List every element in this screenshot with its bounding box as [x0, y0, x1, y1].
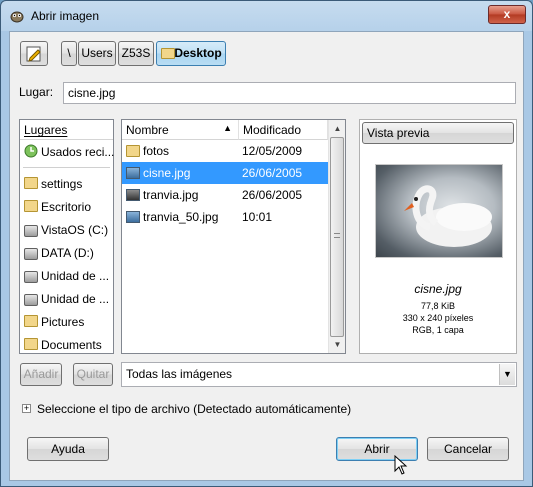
- place-label: DATA (D:): [41, 246, 94, 260]
- place-label: Escritorio: [41, 200, 92, 214]
- window-title: Abrir imagen: [31, 9, 100, 23]
- file-filter-select[interactable]: Todas las imágenes ▼: [121, 362, 517, 387]
- place-drive-c[interactable]: VistaOS (C:): [20, 218, 113, 241]
- path-segment-root[interactable]: \: [61, 41, 77, 66]
- gimp-icon: [10, 11, 24, 23]
- column-name-label: Nombre: [126, 123, 169, 137]
- path-segment-users[interactable]: Users: [78, 41, 116, 66]
- drive-icon: [24, 225, 38, 237]
- place-settings[interactable]: settings: [20, 172, 113, 195]
- preview-color-info: RGB, 1 capa: [412, 325, 464, 335]
- file-row-tranvia-50[interactable]: tranvia_50.jpg 10:01: [122, 206, 328, 228]
- remove-place-button[interactable]: Quitar: [73, 363, 113, 386]
- file-list: Nombre ▲ Modificado fotos 12/05/2009 cis…: [121, 119, 346, 354]
- removable-drive-icon: [24, 294, 38, 306]
- places-panel: Lugares Usados reci... settings Escritor…: [19, 119, 114, 354]
- path-segment-desktop-label: Desktop: [174, 46, 222, 60]
- image-icon: [126, 211, 140, 223]
- pencil-edit-icon: [26, 46, 41, 62]
- folder-icon: [24, 200, 38, 212]
- drive-icon: [24, 248, 38, 260]
- places-header[interactable]: Lugares: [20, 120, 113, 140]
- folder-icon: [161, 48, 175, 59]
- column-name-header[interactable]: Nombre ▲: [122, 120, 239, 140]
- file-date: 12/05/2009: [242, 144, 303, 158]
- folder-icon: [126, 145, 140, 157]
- filetype-label: Seleccione el tipo de archivo (Detectado…: [37, 402, 352, 416]
- place-drive-d[interactable]: DATA (D:): [20, 241, 113, 264]
- place-unidad-2[interactable]: Unidad de ...: [20, 287, 113, 310]
- scroll-up-arrow-icon[interactable]: ▲: [329, 120, 346, 137]
- clock-icon: [24, 144, 38, 158]
- scroll-down-arrow-icon[interactable]: ▼: [329, 336, 346, 353]
- folder-icon: [24, 338, 38, 350]
- file-name: tranvia.jpg: [143, 188, 199, 202]
- removable-drive-icon: [24, 271, 38, 283]
- swan-image: [404, 185, 492, 247]
- help-button[interactable]: Ayuda: [27, 437, 109, 461]
- place-label: VistaOS (C:): [41, 223, 109, 237]
- cancel-button[interactable]: Cancelar: [427, 437, 509, 461]
- file-name: cisne.jpg: [143, 166, 191, 180]
- place-label: Documents: [41, 338, 102, 352]
- image-icon: [126, 167, 140, 179]
- file-date: 26/06/2005: [242, 166, 303, 180]
- file-row-cisne[interactable]: cisne.jpg 26/06/2005: [122, 162, 328, 184]
- file-filter-value: Todas las imágenes: [126, 367, 233, 381]
- preview-filename: cisne.jpg: [414, 282, 462, 296]
- dialog-body: \ Users Z53S Desktop Lugar: cisne.jpg Lu…: [9, 31, 524, 481]
- path-segment-z53s[interactable]: Z53S: [118, 41, 154, 66]
- preview-toggle-button[interactable]: Vista previa: [362, 122, 514, 144]
- place-escritorio[interactable]: Escritorio: [20, 195, 113, 218]
- place-label: Pictures: [41, 315, 85, 329]
- file-list-scrollbar[interactable]: ▲ ▼: [328, 120, 345, 353]
- preview-panel: Vista previa cisne.jpg 77,8 KiB 330 x 24…: [359, 119, 517, 354]
- place-label: Unidad de ...: [41, 269, 110, 283]
- file-row-fotos[interactable]: fotos 12/05/2009: [122, 140, 328, 162]
- scrollbar-thumb[interactable]: [330, 137, 344, 337]
- edit-location-button[interactable]: [20, 41, 48, 66]
- place-label: Usados reci...: [41, 145, 115, 159]
- file-name: tranvia_50.jpg: [143, 210, 219, 224]
- expand-plus-icon: +: [22, 403, 31, 413]
- chevron-down-icon[interactable]: ▼: [499, 364, 515, 385]
- folder-icon: [24, 315, 38, 327]
- location-input[interactable]: cisne.jpg: [63, 82, 516, 104]
- close-button[interactable]: x: [488, 5, 526, 24]
- place-label: Unidad de ...: [41, 292, 110, 306]
- preview-thumbnail: [375, 164, 503, 258]
- file-name: fotos: [143, 144, 170, 158]
- place-documents[interactable]: Documents: [20, 333, 113, 356]
- file-date: 10:01: [242, 210, 273, 224]
- place-label: settings: [41, 177, 83, 191]
- add-place-button[interactable]: Añadir: [20, 363, 62, 386]
- mouse-cursor-icon: [394, 455, 408, 475]
- title-bar[interactable]: Abrir imagen x: [1, 1, 532, 31]
- place-unidad-1[interactable]: Unidad de ...: [20, 264, 113, 287]
- preview-size: 77,8 KiB: [420, 301, 456, 311]
- open-image-dialog: Abrir imagen x \ Users Z53S Desktop Luga…: [0, 0, 533, 487]
- column-modified-header[interactable]: Modificado: [239, 120, 328, 140]
- sort-ascending-icon: ▲: [223, 123, 232, 133]
- path-segment-desktop[interactable]: Desktop: [156, 41, 226, 66]
- place-recent[interactable]: Usados reci...: [20, 140, 115, 163]
- folder-icon: [24, 177, 38, 189]
- place-pictures[interactable]: Pictures: [20, 310, 113, 333]
- file-date: 26/06/2005: [242, 188, 303, 202]
- places-divider: [23, 167, 110, 168]
- file-row-tranvia[interactable]: tranvia.jpg 26/06/2005: [122, 184, 328, 206]
- filetype-expander[interactable]: + Seleccione el tipo de archivo (Detecta…: [22, 402, 422, 418]
- location-label: Lugar:: [19, 85, 54, 99]
- image-icon: [126, 189, 140, 201]
- preview-dimensions: 330 x 240 píxeles: [402, 313, 474, 323]
